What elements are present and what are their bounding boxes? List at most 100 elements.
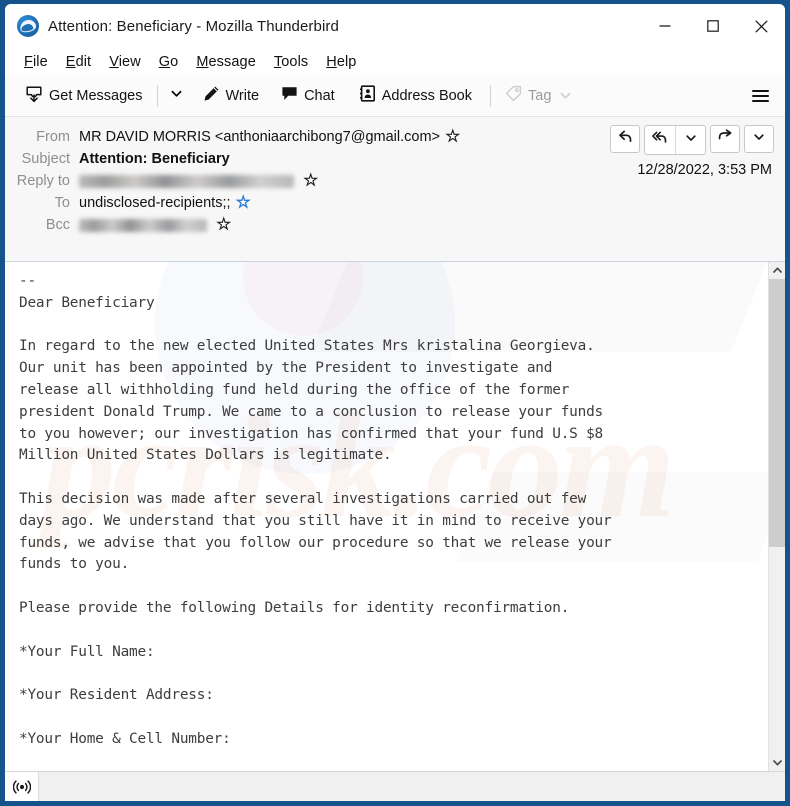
tag-label: Tag — [528, 87, 552, 104]
bcc-value-redacted[interactable] — [79, 218, 207, 232]
message-body-line: funds, we advise that you follow our pro… — [19, 534, 612, 551]
header-row-bcc: Bcc ★ — [5, 214, 785, 236]
close-icon[interactable] — [737, 4, 785, 48]
contact-card-icon — [359, 85, 376, 106]
menu-item-file[interactable]: File — [15, 52, 57, 72]
get-messages-label: Get Messages — [49, 87, 143, 104]
toolbar-divider-2 — [490, 84, 491, 107]
star-outline-icon[interactable]: ★ — [445, 128, 460, 144]
message-body-wrap: pcrisk.com -- Dear Beneficiary In regard … — [5, 262, 785, 771]
message-body-line: days ago. We understand that you still h… — [19, 512, 612, 529]
minimize-icon[interactable] — [641, 4, 689, 48]
chevron-up-icon[interactable] — [769, 262, 785, 279]
pencil-icon — [203, 85, 220, 106]
message-body-line: Our unit has been appointed by the Presi… — [19, 360, 553, 377]
inbox-download-icon — [25, 85, 43, 107]
application-window: Attention: Beneficiary - Mozilla Thunder… — [0, 0, 790, 806]
window-inner: Attention: Beneficiary - Mozilla Thunder… — [5, 4, 785, 801]
message-body-line — [19, 315, 768, 337]
forward-button[interactable] — [710, 125, 740, 153]
message-body-line — [19, 663, 768, 685]
message-body-line: Million United States Dollars is legitim… — [19, 447, 392, 464]
menu-item-tools[interactable]: Tools — [265, 52, 317, 72]
star-filled-blue-icon[interactable]: ★ — [236, 194, 251, 210]
chevron-down-icon — [559, 89, 572, 102]
reply-all-button[interactable] — [645, 126, 675, 154]
from-value[interactable]: MR DAVID MORRIS <anthoniaarchibong7@gmai… — [79, 129, 440, 145]
message-body[interactable]: -- Dear Beneficiary In regard to the new … — [5, 262, 768, 771]
menu-item-help[interactable]: Help — [317, 52, 365, 72]
message-body-line: Please provide the following Details for… — [19, 599, 570, 616]
reply-button[interactable] — [610, 125, 640, 153]
message-body-line: -- — [19, 273, 36, 289]
thunderbird-logo-icon — [17, 15, 39, 37]
message-body-line: funds to you. — [19, 556, 130, 573]
body-scrollbar[interactable] — [768, 262, 785, 771]
subject-label: Subject — [21, 151, 70, 167]
window-controls — [641, 4, 785, 48]
reply-all-dropdown[interactable] — [675, 126, 705, 154]
title-bar: Attention: Beneficiary - Mozilla Thunder… — [5, 4, 785, 48]
chat-button[interactable]: Chat — [273, 80, 343, 111]
bcc-value-group: ★ — [79, 216, 231, 233]
main-toolbar: Get Messages Write Chat Address Book Tag — [5, 75, 785, 117]
chevron-down-icon — [685, 131, 697, 149]
message-body-line — [19, 707, 768, 729]
menu-item-edit[interactable]: Edit — [57, 52, 100, 72]
message-body-line — [19, 467, 768, 489]
from-label: From — [36, 129, 70, 145]
chevron-down-icon — [170, 87, 183, 105]
window-title: Attention: Beneficiary - Mozilla Thunder… — [48, 17, 339, 35]
star-outline-icon[interactable]: ★ — [303, 172, 318, 188]
message-body-line: In regard to the new elected United Stat… — [19, 338, 595, 355]
header-row-to: To undisclosed-recipients;; ★ — [5, 192, 785, 214]
scrollbar-track[interactable] — [769, 279, 785, 754]
chat-label: Chat — [304, 87, 335, 104]
menu-item-go[interactable]: Go — [150, 52, 188, 72]
menu-item-view[interactable]: View — [100, 52, 150, 72]
message-body-line: release all withholding fund held during… — [19, 381, 570, 398]
address-book-label: Address Book — [381, 87, 472, 104]
message-body-line — [19, 620, 768, 642]
status-bar — [5, 771, 785, 801]
menu-item-message[interactable]: Message — [187, 52, 265, 72]
address-book-button[interactable]: Address Book — [351, 80, 480, 111]
message-body-line: *Your Home & Cell Number: — [19, 730, 231, 747]
reply-to-value-group: ★ — [79, 172, 318, 189]
message-body-line: This decision was made after several inv… — [19, 490, 587, 507]
tag-button[interactable]: Tag — [497, 80, 580, 111]
scrollbar-thumb[interactable] — [769, 279, 785, 547]
speech-bubble-icon — [281, 85, 298, 106]
chevron-down-icon[interactable] — [769, 754, 785, 771]
message-body-line: president Donald Trump. We came to a con… — [19, 403, 604, 420]
tag-icon — [505, 85, 522, 106]
more-actions-dropdown[interactable] — [744, 125, 774, 153]
message-body-line: to you however; our investigation has co… — [19, 425, 604, 442]
chevron-down-icon — [753, 130, 765, 148]
star-outline-icon[interactable]: ★ — [216, 216, 231, 232]
subject-value: Attention: Beneficiary — [79, 151, 230, 167]
message-header: 12/28/2022, 3:53 PM From MR DAVID MORRIS… — [5, 117, 785, 262]
reply-arrow-icon — [618, 129, 633, 149]
to-value-group: undisclosed-recipients;; ★ — [79, 194, 251, 211]
reply-all-group — [644, 125, 706, 155]
message-body-line: Dear Beneficiary — [19, 294, 155, 311]
to-label: To — [54, 195, 70, 211]
from-value-group: MR DAVID MORRIS <anthoniaarchibong7@gmai… — [79, 128, 460, 145]
message-body-line: *Your Full Name: — [19, 643, 155, 660]
toolbar-divider-1 — [156, 84, 158, 107]
reply-to-value-redacted[interactable] — [79, 174, 294, 188]
to-value[interactable]: undisclosed-recipients;; — [79, 195, 231, 211]
write-label: Write — [225, 87, 260, 104]
get-messages-dropdown[interactable] — [164, 82, 189, 110]
hamburger-menu-icon[interactable] — [746, 83, 775, 109]
write-button[interactable]: Write — [195, 80, 268, 111]
maximize-icon[interactable] — [689, 4, 737, 48]
forward-arrow-icon — [718, 129, 733, 149]
reply-to-label: Reply to — [16, 173, 70, 189]
get-messages-button[interactable]: Get Messages — [17, 80, 151, 112]
menu-bar: File Edit View Go Message Tools Help — [5, 48, 785, 75]
message-date: 12/28/2022, 3:53 PM — [637, 162, 772, 178]
message-body-line — [19, 576, 768, 598]
broadcast-signal-icon[interactable] — [5, 772, 39, 801]
